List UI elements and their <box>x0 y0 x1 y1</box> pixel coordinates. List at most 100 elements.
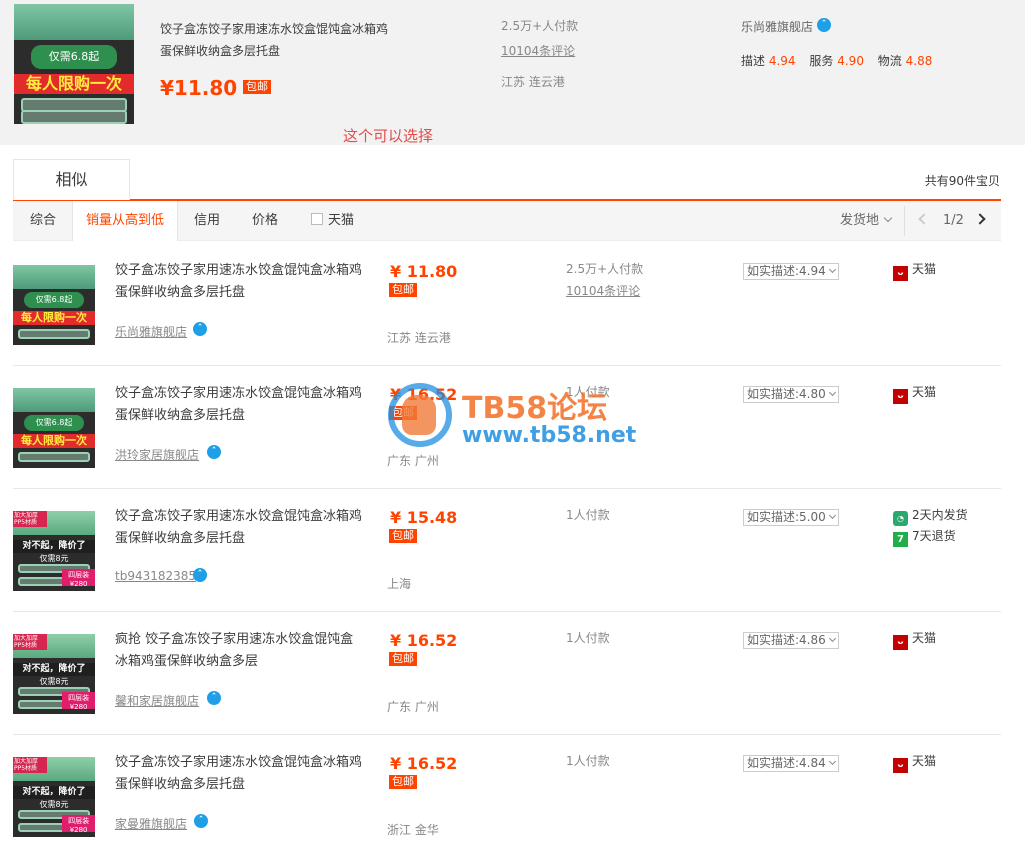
tmall-tag: ᴗ 天猫 <box>893 259 936 281</box>
wangwang-chat-icon[interactable]: ˆ <box>194 814 208 828</box>
free-shipping-badge: 包邮 <box>243 80 271 94</box>
tmall-filter-label: 天猫 <box>328 213 355 228</box>
tmall-filter[interactable]: 天猫 <box>311 201 354 241</box>
product-price: ¥ 16.52 <box>390 631 458 650</box>
product-image[interactable]: 仅需6.8起 每人限购一次 <box>13 265 95 345</box>
product-title[interactable]: 疯抢 饺子盒冻饺子家用速冻水饺盒馄饨盒冰箱鸡蛋保鲜收纳盒多层 <box>115 629 365 673</box>
list-item: 加大加厚PP5材质 对不起，降价了 仅需8元 四层装 ¥280 饺子盒冻饺子家用… <box>13 489 1001 612</box>
free-shipping-badge: 包邮 <box>389 652 417 666</box>
review-count[interactable]: 10104条评论 <box>566 282 640 299</box>
image-price-tag: 仅需8元 <box>39 799 69 809</box>
annotation-text: 这个可以选择 <box>343 127 434 145</box>
wangwang-chat-icon[interactable]: ˆ <box>817 18 831 32</box>
description-score-dropdown[interactable]: 如实描述:4.94 <box>743 263 839 280</box>
tag-label: 天猫 <box>912 631 937 645</box>
image-tray <box>17 452 91 462</box>
location: 江苏 连云港 <box>387 331 451 345</box>
top-shop-name[interactable]: 乐尚雅旗舰店 <box>741 18 813 35</box>
tag-label: 天猫 <box>912 754 937 768</box>
chevron-down-icon <box>883 213 893 223</box>
service-tags: ᴗ 天猫 <box>893 259 936 281</box>
image-pink-tag: 四层装 ¥280 <box>62 691 95 710</box>
ship-from-dropdown[interactable]: 发货地 <box>840 201 893 241</box>
tab-similar[interactable]: 相似 <box>13 159 130 200</box>
shop-name[interactable]: 洪玲家居旗舰店 <box>115 446 199 463</box>
service-tags: ᴗ 天猫 <box>893 751 936 773</box>
top-sales-count: 2.5万+人付款 <box>501 19 579 33</box>
location: 广东 广州 <box>387 454 439 468</box>
sort-by-credit[interactable]: 信用 <box>194 201 220 241</box>
product-image[interactable]: 加大加厚PP5材质 对不起，降价了 仅需8元 四层装 ¥280 <box>13 511 95 591</box>
list-item: 加大加厚PP5材质 对不起，降价了 仅需8元 四层装 ¥280 饺子盒冻饺子家用… <box>13 735 1001 858</box>
image-price-tag: 仅需8元 <box>39 553 69 563</box>
image-corner-tag: 加大加厚PP5材质 <box>13 757 48 773</box>
product-price: ¥ 15.48 <box>390 508 458 527</box>
shop-name[interactable]: 家曼雅旗舰店 <box>115 815 187 832</box>
description-score: 如实描述:5.00 <box>747 510 826 524</box>
shop-name[interactable]: 馨和家居旗舰店 <box>115 692 199 709</box>
chevron-down-icon <box>828 634 836 643</box>
tmall-checkbox[interactable] <box>311 213 323 225</box>
product-image[interactable]: 仅需6.8起 每人限购一次 <box>13 388 95 468</box>
product-price: ¥ 11.80 <box>390 262 458 281</box>
product-image[interactable]: 加大加厚PP5材质 对不起，降价了 仅需8元 四层装 ¥280 <box>13 634 95 714</box>
wangwang-chat-icon[interactable]: ˆ <box>193 322 207 336</box>
page-indicator: 1/2 <box>943 213 964 228</box>
top-product-title[interactable]: 饺子盒冻饺子家用速冻水饺盒馄饨盒冰箱鸡蛋保鲜收纳盒多层托盘 <box>160 18 390 62</box>
shop-name[interactable]: 乐尚雅旗舰店 <box>115 323 187 340</box>
description-score-dropdown[interactable]: 如实描述:5.00 <box>743 509 839 526</box>
description-score: 如实描述:4.94 <box>747 264 826 278</box>
tag-label: 7天退货 <box>912 529 956 543</box>
top-product-image[interactable]: 仅需6.8起 每人限购一次 <box>14 4 134 124</box>
product-title[interactable]: 饺子盒冻饺子家用速冻水饺盒馄饨盒冰箱鸡蛋保鲜收纳盒多层托盘 <box>115 752 365 796</box>
sales-count: 1人付款 <box>566 754 610 768</box>
sort-default[interactable]: 综合 <box>30 201 56 241</box>
score-value: 4.88 <box>905 54 933 68</box>
product-image[interactable]: 加大加厚PP5材质 对不起，降价了 仅需8元 四层装 ¥280 <box>13 757 95 837</box>
sort-by-sales[interactable]: 销量从高到低 <box>72 201 178 241</box>
next-page-icon[interactable] <box>974 213 986 225</box>
image-band-text: 对不起，降价了 <box>13 785 95 799</box>
shop-name[interactable]: tb943182385 <box>115 569 196 583</box>
image-price-tag: 仅需6.8起 <box>24 415 84 432</box>
description-score: 如实描述:4.80 <box>747 387 826 401</box>
product-title[interactable]: 饺子盒冻饺子家用速冻水饺盒馄饨盒冰箱鸡蛋保鲜收纳盒多层托盘 <box>115 260 365 304</box>
image-pink-tag: 四层装 ¥280 <box>62 568 95 587</box>
tmall-tag: ᴗ 天猫 <box>893 751 936 773</box>
image-band-text: 每人限购一次 <box>13 434 95 448</box>
description-score-dropdown[interactable]: 如实描述:4.86 <box>743 632 839 649</box>
image-corner-tag: 加大加厚PP5材质 <box>13 634 48 650</box>
product-title[interactable]: 饺子盒冻饺子家用速冻水饺盒馄饨盒冰箱鸡蛋保鲜收纳盒多层托盘 <box>115 383 365 427</box>
product-title[interactable]: 饺子盒冻饺子家用速冻水饺盒馄饨盒冰箱鸡蛋保鲜收纳盒多层托盘 <box>115 506 365 550</box>
score-label: 服务 <box>809 54 834 68</box>
wangwang-chat-icon[interactable]: ˆ <box>207 691 221 705</box>
sales-count: 1人付款 <box>566 508 610 522</box>
image-tray <box>17 329 91 339</box>
list-item: 仅需6.8起 每人限购一次 饺子盒冻饺子家用速冻水饺盒馄饨盒冰箱鸡蛋保鲜收纳盒多… <box>13 243 1001 366</box>
sales-count: 1人付款 <box>566 385 610 399</box>
free-shipping-badge: 包邮 <box>389 775 417 789</box>
description-score: 如实描述:4.86 <box>747 633 826 647</box>
image-price-tag: 仅需6.8起 <box>30 44 118 69</box>
top-review-count[interactable]: 10104条评论 <box>501 42 575 59</box>
tmall-icon: ᴗ <box>893 635 908 650</box>
sales-count: 2.5万+人付款 <box>566 262 644 276</box>
product-price: ¥ 16.52 <box>390 385 458 404</box>
image-lid <box>13 388 95 412</box>
description-score-dropdown[interactable]: 如实描述:4.80 <box>743 386 839 403</box>
ship-in-2-days-tag: ◔ 2天内发货 <box>893 505 968 526</box>
clock-icon: ◔ <box>893 511 908 526</box>
image-lid <box>13 265 95 289</box>
free-shipping-badge: 包邮 <box>389 283 417 297</box>
image-band-text: 对不起，降价了 <box>13 539 95 553</box>
tag-label: 2天内发货 <box>912 508 968 522</box>
top-location: 江苏 连云港 <box>501 75 565 89</box>
sort-by-price[interactable]: 价格 <box>252 201 278 241</box>
description-score-dropdown[interactable]: 如实描述:4.84 <box>743 755 839 772</box>
7-day-return-tag: 7 7天退货 <box>893 526 968 547</box>
wangwang-chat-icon[interactable]: ˆ <box>207 445 221 459</box>
wangwang-chat-icon[interactable]: ˆ <box>193 568 207 582</box>
location: 浙江 金华 <box>387 823 439 837</box>
sort-bar: 综合 销量从高到低 信用 价格 天猫 发货地 1/2 <box>13 201 1001 241</box>
prev-page-icon[interactable] <box>918 213 930 225</box>
